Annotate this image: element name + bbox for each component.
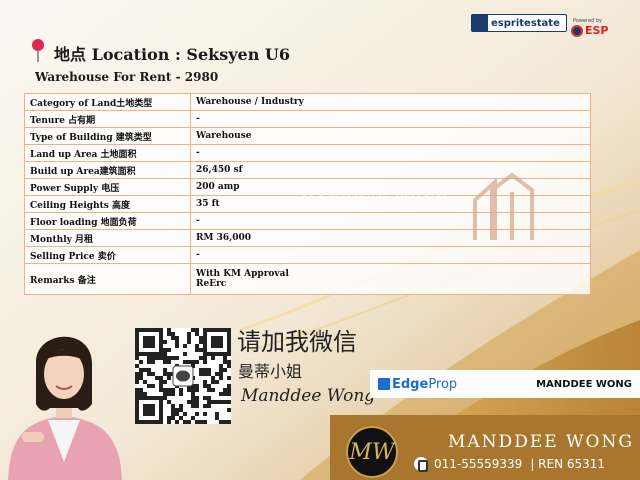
row-label: Land up Area 土地面积 <box>24 144 191 162</box>
agent-photo <box>8 336 122 480</box>
table-row: Type of Building 建筑类型 Warehouse <box>24 127 591 145</box>
row-value: Warehouse <box>190 127 591 145</box>
row-value: With KM Approval ReErc <box>190 263 591 295</box>
chinese-name: 曼蒂小姐 <box>238 362 303 381</box>
row-value: - <box>190 144 591 162</box>
row-value: - <box>190 110 591 128</box>
edgeprop-logo: Edge Prop <box>378 377 457 392</box>
row-value: - <box>190 246 591 264</box>
signature: Manddee Wong <box>241 386 376 406</box>
wechat-cta: 请加我微信 <box>237 328 357 356</box>
table-row: Tenure 占有期 - <box>24 110 591 128</box>
mw-monogram-logo: MW <box>346 426 398 478</box>
location-title: 地点 Location : Seksyen U6 <box>54 45 291 64</box>
listing-title: Warehouse For Rent - 2980 <box>35 70 219 84</box>
row-label: Floor loading 地面负荷 <box>24 212 191 230</box>
table-row: Land up Area 土地面积 - <box>24 144 591 162</box>
ren-number: | REN 65311 <box>530 457 606 471</box>
building-watermark-icon <box>473 172 534 240</box>
phone-number: 011-55559339 <box>434 457 523 471</box>
wechat-qr-code <box>135 328 231 424</box>
esp-globe-icon <box>571 24 583 37</box>
row-label: Ceiling Heights 高度 <box>24 195 191 213</box>
edgeprop-mark-icon <box>378 378 390 390</box>
edgeprop-banner: Edge Prop MANDDEE WONG <box>370 370 640 398</box>
table-row: Category of Land土地类型 Warehouse / Industry <box>24 93 591 111</box>
row-label: Type of Building 建筑类型 <box>24 127 191 145</box>
espritestate-mark-icon <box>472 15 488 31</box>
row-label: Category of Land土地类型 <box>24 93 191 111</box>
edgeprop-agent-name: MANDDEE WONG <box>536 378 632 390</box>
row-label: Remarks 备注 <box>24 263 191 295</box>
table-row: Remarks 备注 With KM Approval ReErc <box>24 263 591 295</box>
phone-icon <box>414 457 428 472</box>
watermark: MANDDEE WONG INDUSTRIAL PROPERTY SPECIAL… <box>288 192 462 238</box>
row-value: Warehouse / Industry <box>190 93 591 111</box>
row-label: Tenure 占有期 <box>24 110 191 128</box>
espritestate-logo: espritestate <box>471 14 567 32</box>
footer-contact: 011-55559339 | REN 65311 <box>414 457 606 472</box>
location-pin-icon <box>32 39 44 62</box>
row-label: Monthly 月租 <box>24 229 191 247</box>
footer-name: MANDDEE WONG <box>448 432 634 452</box>
esp-logo: Powered by ESP <box>571 18 609 37</box>
row-label: Build up Area建筑面积 <box>24 161 191 179</box>
table-row: Selling Price 卖价 - <box>24 246 591 264</box>
row-label: Power Supply 电压 <box>24 178 191 196</box>
row-label: Selling Price 卖价 <box>24 246 191 264</box>
